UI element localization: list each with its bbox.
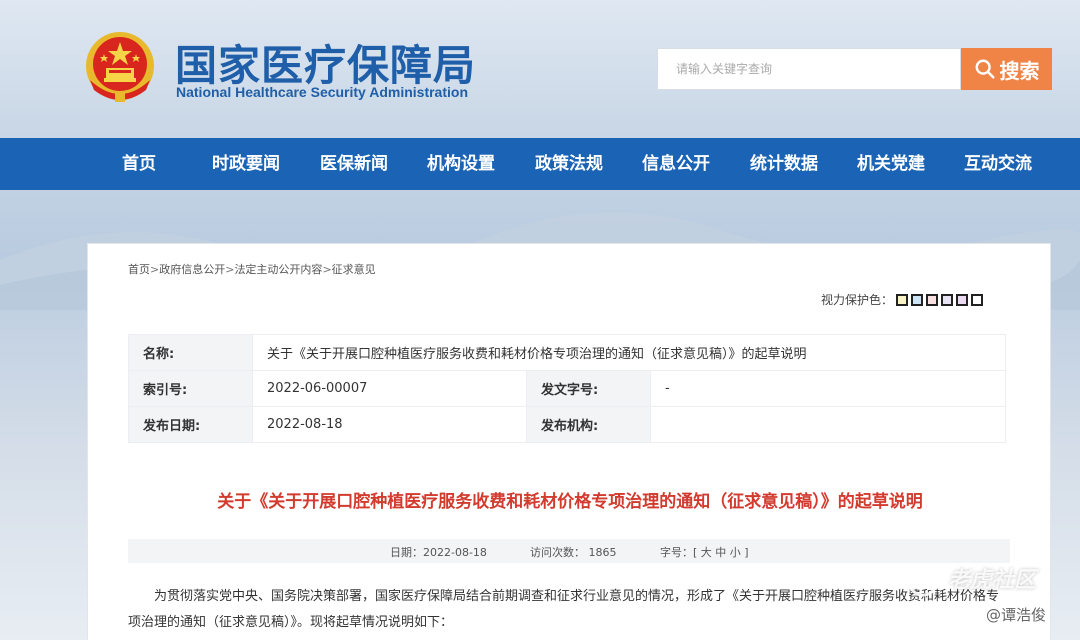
search-icon bbox=[975, 59, 995, 79]
nav-item-party-building[interactable]: 机关党建 bbox=[857, 138, 925, 190]
meta-row-date: 发布日期: 2022-08-18 发布机构: bbox=[128, 406, 1006, 443]
search-button-label: 搜索 bbox=[999, 58, 1040, 83]
nav-item-medical-news[interactable]: 医保新闻 bbox=[320, 138, 388, 190]
breadcrumb-gov-info[interactable]: 政府信息公开 bbox=[159, 263, 225, 276]
breadcrumb-consultation[interactable]: 征求意见 bbox=[332, 263, 376, 276]
main-nav: 首页 时政要闻 医保新闻 机构设置 政策法规 信息公开 统计数据 机关党建 互动… bbox=[0, 138, 1080, 190]
site-header: 国家医疗保障局 National Healthcare Security Adm… bbox=[0, 0, 1080, 138]
nav-item-info-disclosure[interactable]: 信息公开 bbox=[642, 138, 710, 190]
meta-date-label: 发布日期: bbox=[128, 406, 253, 443]
vision-protection-colors: 视力保护色： bbox=[821, 291, 984, 308]
swatch-purple[interactable] bbox=[956, 293, 969, 306]
meta-docno-value: - bbox=[650, 370, 1006, 407]
tiger-community-logo-icon bbox=[907, 565, 939, 597]
font-size-label: 字号：[ bbox=[660, 546, 698, 559]
meta-row-name: 名称: 关于《关于开展口腔种植医疗服务收费和耗材价格专项治理的通知（征求意见稿）… bbox=[128, 334, 1006, 371]
article-info-bar: 日期：2022-08-18 访问次数： 1865 字号：[ 大 中 小 ] bbox=[128, 539, 1010, 563]
swatch-yellow[interactable] bbox=[896, 293, 909, 306]
meta-org-label: 发布机构: bbox=[526, 406, 651, 443]
meta-docno-label: 发文字号: bbox=[526, 370, 651, 407]
meta-index-label: 索引号: bbox=[128, 370, 253, 407]
watermark-sub: @谭浩俊 bbox=[986, 606, 1047, 624]
nav-item-news-politics[interactable]: 时政要闻 bbox=[212, 138, 280, 190]
document-meta-table: 名称: 关于《关于开展口腔种植医疗服务收费和耗材价格专项治理的通知（征求意见稿）… bbox=[128, 334, 1006, 443]
breadcrumb: 首页>政府信息公开>法定主动公开内容>征求意见 bbox=[128, 263, 376, 276]
national-emblem-icon bbox=[86, 32, 154, 102]
nav-item-home[interactable]: 首页 bbox=[122, 138, 156, 190]
swatch-pink[interactable] bbox=[926, 293, 939, 306]
swatch-white[interactable] bbox=[971, 293, 984, 306]
article-body: 为贯彻落实党中央、国务院决策部署，国家医疗保障局结合前期调查和征求行业意见的情况… bbox=[128, 589, 1000, 630]
search-box bbox=[657, 48, 961, 90]
swatch-lavender[interactable] bbox=[941, 293, 954, 306]
article-visits: 访问次数： 1865 bbox=[530, 546, 617, 559]
site-title-english: National Healthcare Security Administrat… bbox=[176, 84, 468, 100]
swatch-blue[interactable] bbox=[911, 293, 924, 306]
nav-item-organization[interactable]: 机构设置 bbox=[427, 138, 495, 190]
vision-label: 视力保护色： bbox=[821, 293, 894, 307]
watermark-main: 老虎社区 bbox=[948, 568, 1037, 593]
nav-item-interaction[interactable]: 互动交流 bbox=[964, 138, 1032, 190]
meta-name-label: 名称: bbox=[128, 334, 253, 371]
breadcrumb-statutory[interactable]: 法定主动公开内容 bbox=[234, 263, 322, 276]
article-date: 日期：2022-08-18 bbox=[390, 546, 487, 559]
meta-name-value: 关于《关于开展口腔种植医疗服务收费和耗材价格专项治理的通知（征求意见稿）》的起草… bbox=[252, 334, 1006, 371]
watermark: 老虎社区 @谭浩俊 bbox=[906, 560, 1080, 640]
font-size-control: 字号：[ 大 中 小 ] bbox=[660, 544, 749, 560]
font-size-large[interactable]: 大 bbox=[701, 546, 712, 559]
search-button[interactable]: 搜索 bbox=[961, 48, 1052, 90]
article-title: 关于《关于开展口腔种植医疗服务收费和耗材价格专项治理的通知（征求意见稿）》的起草… bbox=[217, 492, 923, 512]
meta-row-index: 索引号: 2022-06-00007 发文字号: - bbox=[128, 370, 1006, 407]
font-size-small[interactable]: 小 bbox=[730, 546, 741, 559]
meta-date-value: 2022-08-18 bbox=[252, 406, 527, 443]
meta-index-value: 2022-06-00007 bbox=[252, 370, 527, 407]
font-size-end: ] bbox=[744, 546, 749, 559]
meta-org-value bbox=[650, 406, 1006, 443]
breadcrumb-home[interactable]: 首页 bbox=[128, 263, 150, 276]
nav-item-statistics[interactable]: 统计数据 bbox=[750, 138, 818, 190]
search-input[interactable] bbox=[658, 49, 960, 89]
font-size-medium[interactable]: 中 bbox=[715, 546, 726, 559]
nav-item-policies[interactable]: 政策法规 bbox=[535, 138, 603, 190]
